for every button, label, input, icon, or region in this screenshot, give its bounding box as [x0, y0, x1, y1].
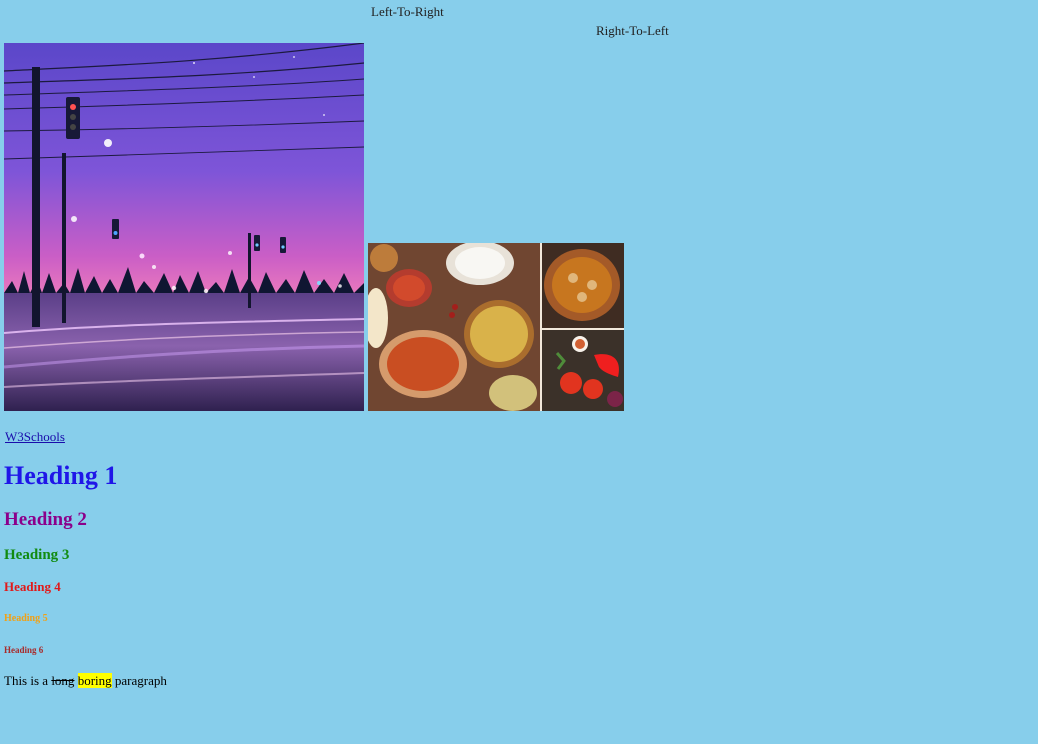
w3schools-link[interactable]: W3Schools [5, 429, 65, 445]
heading-1: Heading 1 [4, 461, 118, 490]
heading-2: Heading 2 [4, 509, 87, 530]
paragraph-prefix: This is a [4, 673, 52, 688]
heading-4: Heading 4 [4, 579, 61, 594]
left-to-right-text: Left-To-Right [371, 4, 444, 19]
food-collage-image-svg [368, 243, 624, 411]
heading-3: Heading 3 [4, 547, 70, 563]
paragraph-highlight-word: boring [77, 673, 112, 688]
heading-6: Heading 6 [4, 645, 44, 655]
food-collage-image [368, 243, 624, 411]
right-to-left-text: Right-To-Left [596, 23, 669, 38]
heading-5: Heading 5 [4, 613, 48, 624]
sunset-street-image-svg [4, 43, 364, 411]
paragraph-suffix: paragraph [111, 673, 167, 688]
paragraph: This is a long boring paragraph [4, 673, 167, 689]
sunset-street-image [4, 43, 364, 411]
paragraph-struck-word: long [51, 673, 75, 688]
